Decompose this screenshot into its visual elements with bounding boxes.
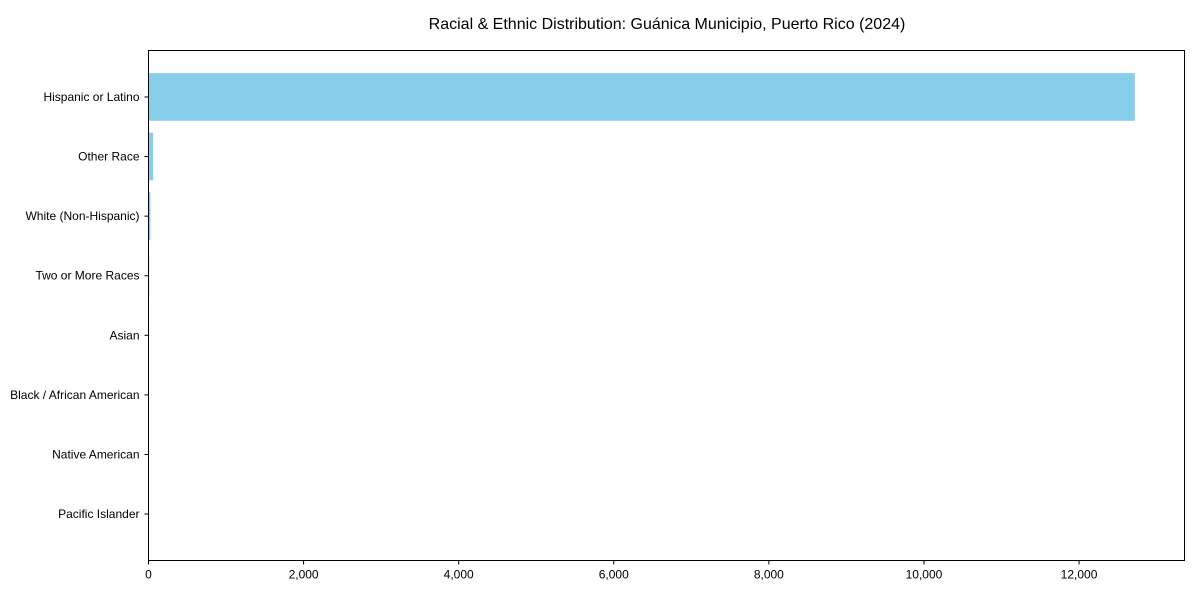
y-tick-label: White (Non-Hispanic): [25, 209, 139, 223]
x-tick-label: 8,000: [754, 568, 784, 582]
y-tick-label: Pacific Islander: [58, 507, 139, 521]
bar: [149, 73, 1135, 121]
y-tick-label: Asian: [109, 328, 139, 342]
y-tick-label: Two or More Races: [35, 269, 139, 283]
y-tick-label: Native American: [52, 447, 139, 461]
x-tick-label: 12,000: [1061, 568, 1098, 582]
chart-title: Racial & Ethnic Distribution: Guánica Mu…: [429, 16, 906, 33]
y-tick-label: Black / African American: [10, 388, 139, 402]
y-tick-label: Hispanic or Latino: [43, 90, 139, 104]
x-tick-label: 10,000: [906, 568, 943, 582]
x-tick-label: 4,000: [444, 568, 474, 582]
chart: Racial & Ethnic Distribution: Guánica Mu…: [0, 0, 1200, 600]
x-tick-label: 0: [145, 568, 152, 582]
bar: [149, 133, 154, 181]
x-tick-label: 6,000: [599, 568, 629, 582]
bar-chart: Racial & Ethnic Distribution: Guánica Mu…: [0, 0, 1200, 600]
x-tick-label: 2,000: [289, 568, 319, 582]
y-tick-label: Other Race: [78, 150, 140, 164]
plot-frame: [149, 51, 1185, 561]
